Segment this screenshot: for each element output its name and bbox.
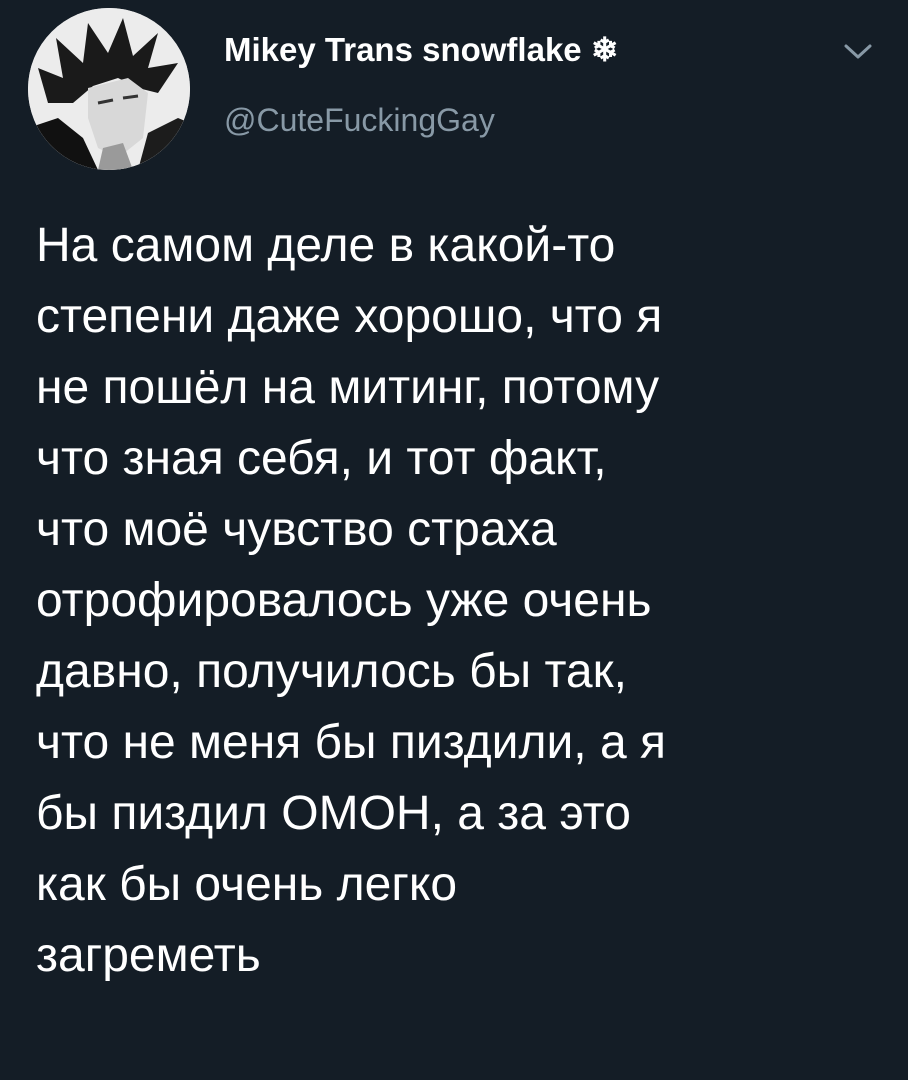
avatar[interactable] bbox=[28, 8, 190, 170]
tweet: Mikey Trans snowflake ❄ @CuteFuckingGay … bbox=[0, 0, 908, 1080]
user-avatar-icon bbox=[28, 8, 190, 170]
chevron-down-icon[interactable] bbox=[840, 40, 876, 64]
tweet-text: На самом деле в какой-то степени даже хо… bbox=[36, 219, 666, 982]
author-display-name[interactable]: Mikey Trans snowflake ❄ bbox=[224, 30, 618, 70]
author-handle[interactable]: @CuteFuckingGay bbox=[224, 100, 495, 140]
